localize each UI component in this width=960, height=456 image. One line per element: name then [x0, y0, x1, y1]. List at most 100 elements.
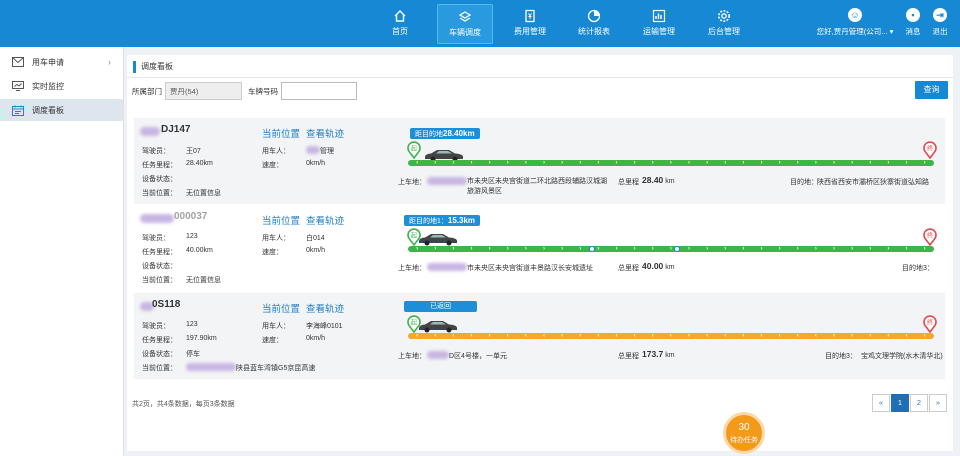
current-position-link[interactable]: 当前位置 — [262, 301, 300, 315]
layers-icon — [458, 11, 472, 22]
avatar: ☺ — [848, 8, 862, 22]
view-track-link[interactable]: 查看轨迹 — [306, 301, 344, 315]
driver-label: 驾驶员： — [142, 148, 170, 155]
location-value: 无位置信息 — [186, 190, 221, 197]
end-pin-icon: 终 — [923, 141, 937, 159]
chevron-right-icon: › — [108, 57, 111, 67]
driver-label: 驾驶员： — [142, 323, 170, 330]
nav-vehicle-dispatch[interactable]: 车辆调度 — [437, 4, 493, 44]
car-icon — [419, 234, 457, 246]
destination-value: 目的地3： — [902, 265, 934, 272]
page-title: 调度看板 — [133, 61, 173, 73]
svg-text:终: 终 — [927, 319, 933, 327]
top-navigation-bar: 首页 车辆调度 费用管理 统计报表 运输管理 后台管理 ☺ 您好,贾丹管理(公司… — [0, 0, 960, 47]
route-arrows: ‹ ‹ ‹ ‹ ‹ ‹ ‹ ‹ ‹ ‹ ‹ ‹ ‹ ‹ ‹ ‹ ‹ ‹ ‹ ‹ ‹ ‹ ‹ ‹ ‹ ‹ ‹ ‹ ‹ — [416, 333, 926, 339]
driver-label: 驾驶员： — [142, 235, 170, 242]
nav-transport-management[interactable]: 运输管理 — [631, 4, 687, 44]
nav-expense-label: 费用管理 — [514, 27, 546, 36]
route-progress-track: › › › › › › › › › › › › › › › › › › › › › › › › › › › › › — [408, 160, 934, 166]
speed-label: 速度： — [262, 249, 283, 256]
speed-value: 0km/h — [306, 247, 326, 254]
end-pin-icon: 终 — [923, 315, 937, 333]
user-value: 管理 — [320, 148, 334, 155]
returned-badge: 已返回 — [404, 301, 477, 312]
plate-number-input[interactable] — [281, 82, 357, 100]
pending-tasks-button[interactable]: 30 待办任务 — [723, 412, 765, 454]
pending-tasks-count: 30 — [738, 422, 750, 433]
mileage-value: 40.00km — [186, 247, 213, 254]
speed-value: 0km/h — [306, 160, 326, 167]
destination-value: 宝鸡文理学院(水木清华北) — [861, 353, 943, 360]
prev-page-button[interactable]: « — [872, 394, 890, 412]
start-location-label: 上车地： — [398, 353, 426, 360]
view-track-link[interactable]: 查看轨迹 — [306, 126, 344, 140]
device-status-label: 设备状态： — [142, 176, 177, 183]
current-position-link[interactable]: 当前位置 — [262, 213, 300, 227]
monitor-icon — [12, 81, 24, 91]
logout-icon: ⇥ — [933, 8, 947, 22]
total-mileage-value: 40.00 km — [642, 261, 675, 271]
calendar-icon — [12, 105, 24, 116]
plate-number: 0S118 — [152, 299, 181, 310]
redacted-start — [427, 351, 449, 359]
total-mileage-label: 总里程 — [618, 179, 639, 186]
pie-chart-icon — [587, 9, 601, 23]
sidebar: 用车申请 › 实时监控 调度看板 — [0, 47, 124, 456]
nav-backend-management[interactable]: 后台管理 — [696, 4, 752, 44]
user-greeting: 您好,贾丹管理(公司... — [816, 27, 888, 36]
nav-home[interactable]: 首页 — [372, 4, 428, 44]
user-label: 用车人： — [262, 235, 290, 242]
location-label: 当前位置： — [142, 190, 177, 197]
department-label: 所属部门 — [132, 87, 162, 96]
destination-value: 陕西省西安市灞桥区狄寨街道弘知路 — [817, 179, 929, 186]
messages-button[interactable]: ▪ 消息 — [902, 8, 924, 37]
user-label: 用车人： — [262, 323, 290, 330]
user-menu[interactable]: ☺ 您好,贾丹管理(公司... ▾ — [812, 8, 898, 37]
bar-chart-icon — [652, 9, 666, 23]
sidebar-item-dispatch-board[interactable]: 调度看板 — [0, 99, 123, 121]
total-mileage-label: 总里程 — [618, 265, 639, 272]
location-label: 当前位置： — [142, 277, 177, 284]
mileage-value: 28.40km — [186, 160, 213, 167]
start-location-label: 上车地： — [398, 179, 426, 186]
nav-statistics-report[interactable]: 统计报表 — [566, 4, 622, 44]
page-1-button[interactable]: 1 — [891, 394, 909, 412]
device-status-label: 设备状态： — [142, 351, 177, 358]
sidebar-item-label: 调度看板 — [32, 105, 64, 115]
start-location-value: 市未央区未央宫街道二环北路西段辅路汉城湖旅游风景区 — [467, 178, 607, 195]
logout-button[interactable]: ⇥ 退出 — [929, 8, 951, 37]
nav-home-label: 首页 — [392, 27, 408, 36]
device-status-value: 停车 — [186, 351, 200, 358]
distance-badge-label: 距目的地 — [415, 131, 443, 138]
current-position-link[interactable]: 当前位置 — [262, 126, 300, 140]
next-page-button[interactable]: » — [929, 394, 947, 412]
sidebar-item-realtime-monitor[interactable]: 实时监控 — [0, 75, 123, 97]
redacted-start — [427, 177, 467, 185]
chat-icon: ▪ — [906, 8, 920, 22]
page-2-button[interactable]: 2 — [910, 394, 928, 412]
sidebar-item-vehicle-request[interactable]: 用车申请 › — [0, 51, 123, 73]
nav-dispatch-label: 车辆调度 — [449, 28, 481, 37]
divider — [127, 77, 953, 78]
distance-badge-label: 距目的地1： — [409, 218, 448, 225]
redacted-plate-prefix — [140, 127, 160, 136]
speed-label: 速度： — [262, 162, 283, 169]
user-value: 白014 — [306, 235, 325, 242]
mileage-value: 197.90km — [186, 335, 217, 342]
dispatch-board-panel: 调度看板 所属部门 贾丹(54) 车牌号码 查询 DJ147 当前位置 查看轨迹… — [127, 55, 953, 451]
svg-text:终: 终 — [927, 232, 933, 240]
route-arrows: › › › › › › › › › › › › › › › › › › › › › › › › › › › › › — [416, 160, 926, 166]
department-field[interactable]: 贾丹(54) — [165, 82, 242, 100]
speed-label: 速度： — [262, 337, 283, 344]
driver-value: 王07 — [186, 148, 201, 155]
nav-expense-management[interactable]: 费用管理 — [502, 4, 558, 44]
start-location-value: D区4号楼，一单元 — [449, 353, 507, 360]
total-mileage-number: 173.7 — [642, 349, 664, 359]
mileage-label: 任务里程： — [142, 249, 177, 256]
location-label: 当前位置： — [142, 365, 177, 372]
query-button[interactable]: 查询 — [915, 81, 948, 99]
vehicle-card: 000037 当前位置 查看轨迹 驾驶员： 123 任务里程： 40.00km … — [134, 205, 945, 291]
total-mileage-value: 173.7 km — [642, 349, 675, 359]
start-location-label: 上车地： — [398, 265, 426, 272]
view-track-link[interactable]: 查看轨迹 — [306, 213, 344, 227]
